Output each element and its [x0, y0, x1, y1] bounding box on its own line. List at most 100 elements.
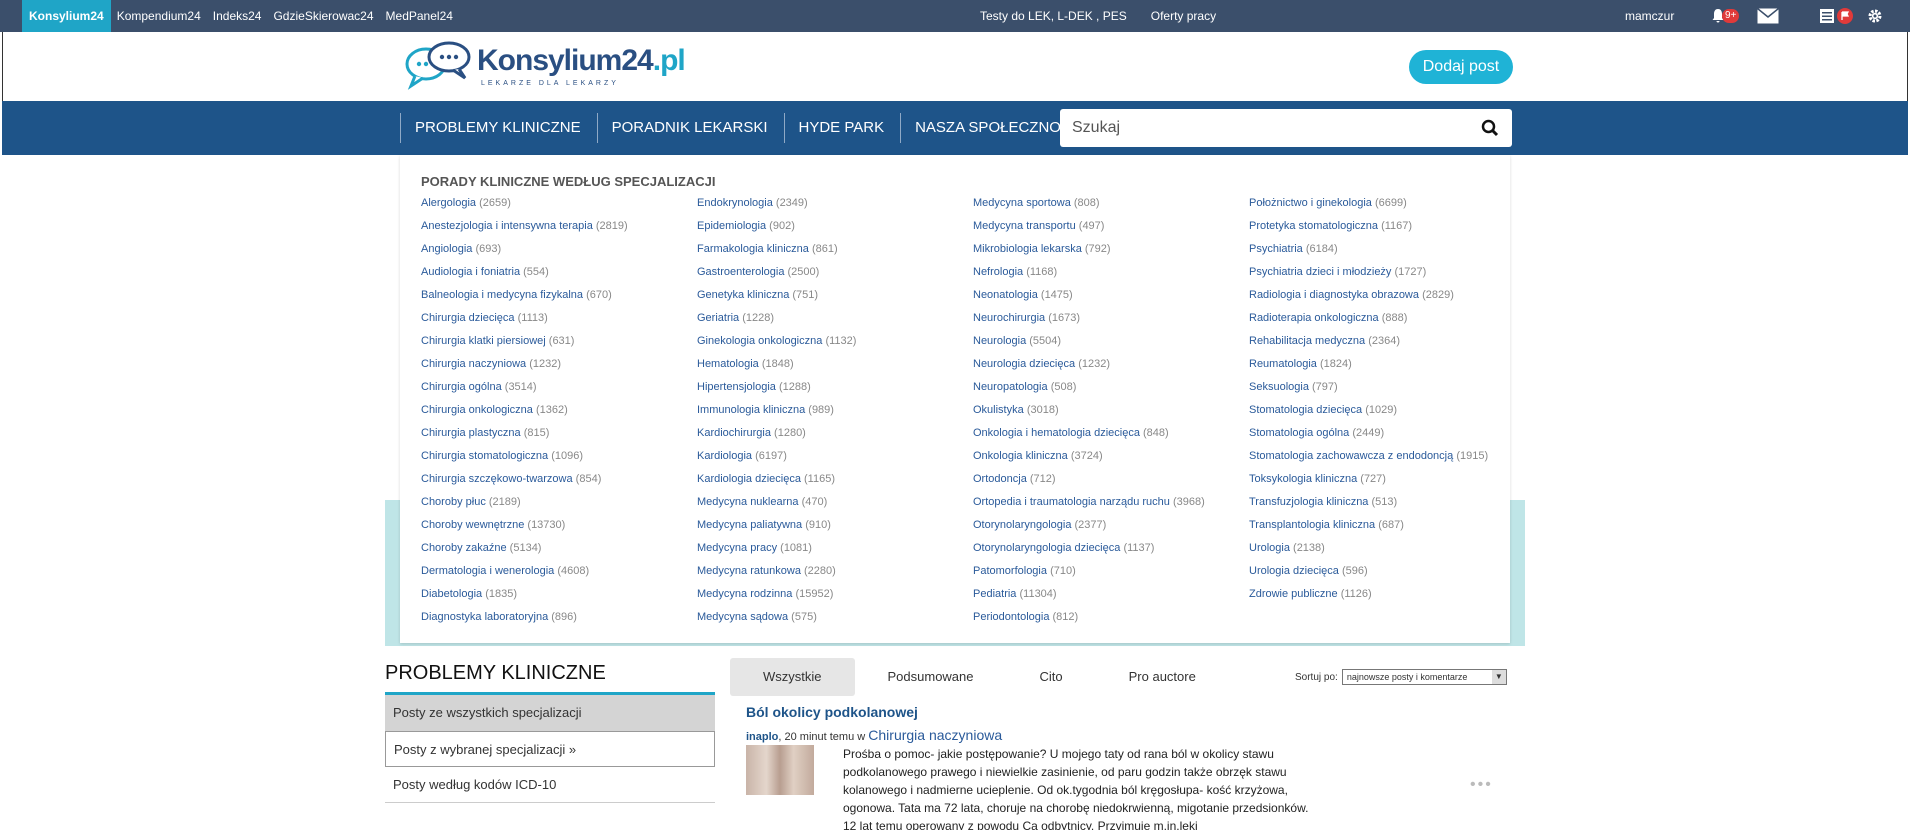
specialization-link[interactable]: Ortopedia i traumatologia narządu ruchu … [973, 495, 1249, 518]
specialization-link[interactable]: Rehabilitacja medyczna (2364) [1249, 334, 1525, 357]
specialization-link[interactable]: Medycyna sądowa (575) [697, 610, 973, 633]
logo[interactable]: Konsylium24.pl LEKARZE DLA LEKARZY [403, 40, 686, 92]
top-link-konsylium24[interactable]: Konsylium24 [22, 0, 111, 32]
side-all-specializations[interactable]: Posty ze wszystkich specjalizacji [385, 695, 715, 731]
specialization-link[interactable]: Neuropatologia (508) [973, 380, 1249, 403]
specialization-link[interactable]: Chirurgia plastyczna (815) [421, 426, 697, 449]
specialization-link[interactable]: Seksuologia (797) [1249, 380, 1525, 403]
specialization-link[interactable]: Audiologia i foniatria (554) [421, 265, 697, 288]
specialization-link[interactable]: Genetyka kliniczna (751) [697, 288, 973, 311]
sort-select[interactable]: najnowsze posty i komentarze ▼ [1341, 669, 1507, 685]
specialization-link[interactable]: Medycyna sportowa (808) [973, 196, 1249, 219]
post-author[interactable]: inaplo [746, 731, 778, 743]
specialization-link[interactable]: Chirurgia onkologiczna (1362) [421, 403, 697, 426]
nav-poradnik-lekarski[interactable]: PORADNIK LEKARSKI [596, 113, 784, 143]
top-link-testy[interactable]: Testy do LEK, L-DEK , PES [980, 0, 1127, 32]
specialization-link[interactable]: Kardiochirurgia (1280) [697, 426, 973, 449]
notifications-button[interactable]: 9+ [1710, 8, 1740, 24]
specialization-link[interactable]: Medycyna paliatywna (910) [697, 518, 973, 541]
tab-cito[interactable]: Cito [1007, 658, 1096, 696]
specialization-link[interactable]: Medycyna rodzinna (15952) [697, 587, 973, 610]
specialization-link[interactable]: Choroby płuc (2189) [421, 495, 697, 518]
specialization-link[interactable]: Choroby wewnętrzne (13730) [421, 518, 697, 541]
nav-hyde-park[interactable]: HYDE PARK [783, 113, 901, 143]
specialization-link[interactable]: Radiologia i diagnostyka obrazowa (2829) [1249, 288, 1525, 311]
specialization-link[interactable]: Transplantologia kliniczna (687) [1249, 518, 1525, 541]
top-link-medpanel24[interactable]: MedPanel24 [380, 0, 459, 32]
specialization-link[interactable]: Endokrynologia (2349) [697, 196, 973, 219]
specialization-link[interactable]: Stomatologia ogólna (2449) [1249, 426, 1525, 449]
specialization-link[interactable]: Zdrowie publiczne (1126) [1249, 587, 1525, 610]
search-button[interactable] [1481, 119, 1499, 142]
messages-button[interactable] [1757, 8, 1780, 24]
specialization-link[interactable]: Nefrologia (1168) [973, 265, 1249, 288]
specialization-link[interactable]: Urologia dziecięca (596) [1249, 564, 1525, 587]
top-link-oferty[interactable]: Oferty pracy [1151, 0, 1216, 32]
specialization-link[interactable]: Kardiologia dziecięca (1165) [697, 472, 973, 495]
specialization-link[interactable]: Psychiatria dzieci i młodzieży (1727) [1249, 265, 1525, 288]
post-specialization[interactable]: Chirurgia naczyniowa [868, 727, 1002, 743]
specialization-link[interactable]: Medycyna pracy (1081) [697, 541, 973, 564]
specialization-link[interactable]: Alergologia (2659) [421, 196, 697, 219]
more-options-icon[interactable]: ••• [1470, 776, 1493, 794]
specialization-link[interactable]: Chirurgia szczękowo-twarzowa (854) [421, 472, 697, 495]
specialization-link[interactable]: Radioterapia onkologiczna (888) [1249, 311, 1525, 334]
list-button[interactable] [1819, 8, 1835, 24]
specialization-link[interactable]: Dermatologia i wenerologia (4608) [421, 564, 697, 587]
specialization-link[interactable]: Stomatologia zachowawcza z endodoncją (1… [1249, 449, 1525, 472]
specialization-link[interactable]: Diabetologia (1835) [421, 587, 697, 610]
specialization-link[interactable]: Onkologia kliniczna (3724) [973, 449, 1249, 472]
post-title[interactable]: Ból okolicy podkolanowej [746, 704, 918, 720]
specialization-link[interactable]: Medycyna transportu (497) [973, 219, 1249, 242]
specialization-link[interactable]: Kardiologia (6197) [697, 449, 973, 472]
specialization-link[interactable]: Neurologia (5504) [973, 334, 1249, 357]
search-input[interactable] [1072, 109, 1472, 147]
specialization-link[interactable]: Choroby zakaźne (5134) [421, 541, 697, 564]
specialization-link[interactable]: Neurologia dziecięca (1232) [973, 357, 1249, 380]
specialization-link[interactable]: Stomatologia dziecięca (1029) [1249, 403, 1525, 426]
tab-podsumowane[interactable]: Podsumowane [855, 658, 1007, 696]
specialization-link[interactable]: Transfuzjologia kliniczna (513) [1249, 495, 1525, 518]
specialization-link[interactable]: Onkologia i hematologia dziecięca (848) [973, 426, 1249, 449]
post-thumbnail[interactable] [746, 745, 814, 795]
specialization-link[interactable]: Ginekologia onkologiczna (1132) [697, 334, 973, 357]
specialization-link[interactable]: Gastroenterologia (2500) [697, 265, 973, 288]
specialization-link[interactable]: Balneologia i medycyna fizykalna (670) [421, 288, 697, 311]
specialization-link[interactable]: Hipertensjologia (1288) [697, 380, 973, 403]
top-link-indeks24[interactable]: Indeks24 [207, 0, 268, 32]
specialization-link[interactable]: Chirurgia ogólna (3514) [421, 380, 697, 403]
specialization-link[interactable]: Otorynolaryngologia dziecięca (1137) [973, 541, 1249, 564]
add-post-button[interactable]: Dodaj post [1409, 50, 1513, 84]
specialization-link[interactable]: Medycyna nuklearna (470) [697, 495, 973, 518]
specialization-link[interactable]: Diagnostyka laboratoryjna (896) [421, 610, 697, 633]
top-link-gdzieskierowac24[interactable]: GdzieSkierowac24 [267, 0, 379, 32]
specialization-link[interactable]: Urologia (2138) [1249, 541, 1525, 564]
specialization-link[interactable]: Hematologia (1848) [697, 357, 973, 380]
specialization-link[interactable]: Chirurgia stomatologiczna (1096) [421, 449, 697, 472]
specialization-link[interactable]: Neonatologia (1475) [973, 288, 1249, 311]
specialization-link[interactable]: Epidemiologia (902) [697, 219, 973, 242]
side-selected-specialization[interactable]: Posty z wybranej specjalizacji » [385, 731, 715, 767]
specialization-link[interactable]: Neurochirurgia (1673) [973, 311, 1249, 334]
settings-button[interactable] [1867, 8, 1883, 24]
specialization-link[interactable]: Mikrobiologia lekarska (792) [973, 242, 1249, 265]
specialization-link[interactable]: Geriatria (1228) [697, 311, 973, 334]
specialization-link[interactable]: Otorynolaryngologia (2377) [973, 518, 1249, 541]
specialization-link[interactable]: Pediatria (11304) [973, 587, 1249, 610]
specialization-link[interactable]: Immunologia kliniczna (989) [697, 403, 973, 426]
specialization-link[interactable]: Położnictwo i ginekologia (6699) [1249, 196, 1525, 219]
specialization-link[interactable]: Toksykologia kliniczna (727) [1249, 472, 1525, 495]
specialization-link[interactable]: Periodontologia (812) [973, 610, 1249, 633]
username[interactable]: mamczur [1625, 0, 1674, 32]
specialization-link[interactable]: Chirurgia dziecięca (1113) [421, 311, 697, 334]
nav-problemy-kliniczne[interactable]: PROBLEMY KLINICZNE [400, 113, 597, 143]
specialization-link[interactable]: Chirurgia klatki piersiowej (631) [421, 334, 697, 357]
side-icd10[interactable]: Posty według kodów ICD-10 [385, 767, 715, 803]
specialization-link[interactable]: Protetyka stomatologiczna (1167) [1249, 219, 1525, 242]
specialization-link[interactable]: Reumatologia (1824) [1249, 357, 1525, 380]
specialization-link[interactable]: Patomorfologia (710) [973, 564, 1249, 587]
specialization-link[interactable]: Ortodoncja (712) [973, 472, 1249, 495]
specialization-link[interactable]: Psychiatria (6184) [1249, 242, 1525, 265]
specialization-link[interactable]: Anestezjologia i intensywna terapia (281… [421, 219, 697, 242]
specialization-link[interactable]: Chirurgia naczyniowa (1232) [421, 357, 697, 380]
